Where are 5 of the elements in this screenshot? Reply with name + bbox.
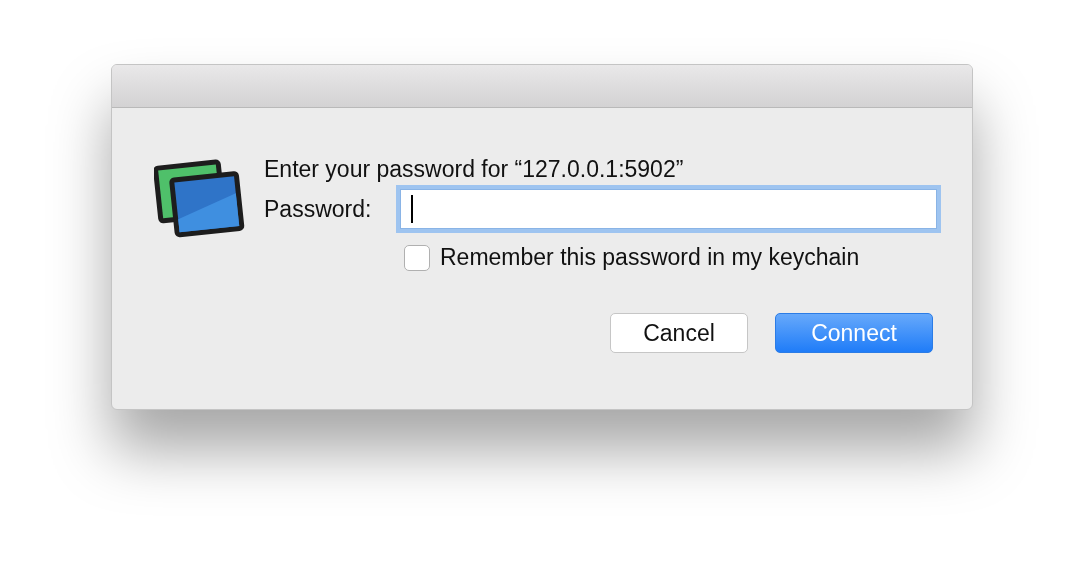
checkbox-label[interactable]: Remember this password in my keychain (440, 244, 860, 271)
dialog-button[interactable]: Cancel (610, 313, 748, 353)
password-label: Password: (264, 195, 373, 223)
checkbox[interactable] (404, 244, 430, 271)
prompt-text: Enter your password for “127.0.0.1:5902” (264, 155, 685, 183)
